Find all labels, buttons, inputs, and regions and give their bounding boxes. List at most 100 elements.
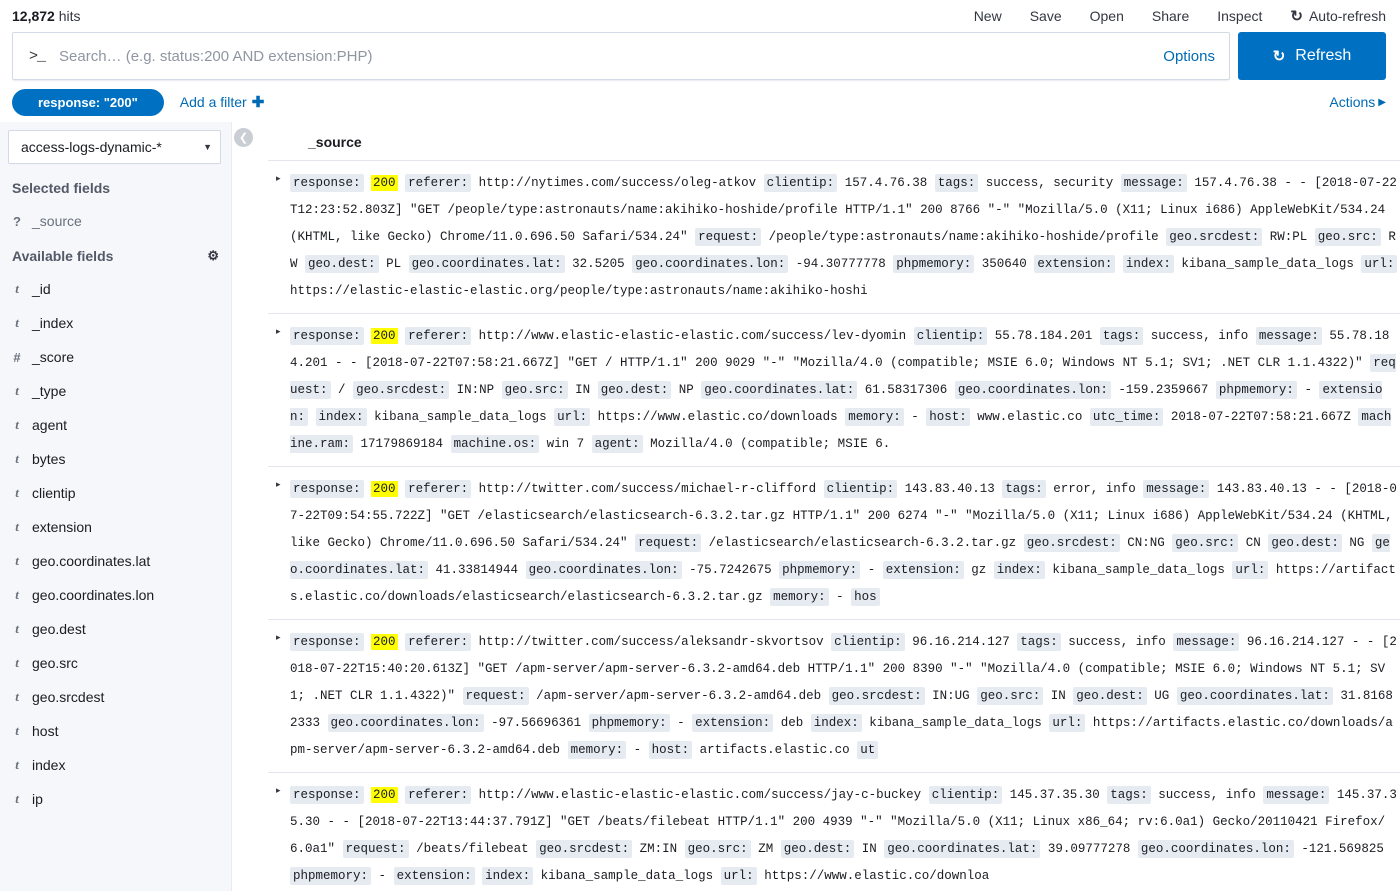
top-bar: 12,872 hits New Save Open Share Inspect … (0, 0, 1400, 32)
fields-list: Selected fields ? _source Available field… (0, 170, 231, 891)
nav-new[interactable]: New (974, 8, 1002, 24)
table-row[interactable]: ▸ response: 200 referer: http://twitter.c… (268, 467, 1400, 620)
refresh-button[interactable]: ↻ Refresh (1238, 32, 1386, 80)
field-value: gz (971, 563, 987, 577)
field-value: http://twitter.com/success/michael-r-cli… (478, 482, 817, 496)
field-key: geo.coordinates.lon: (525, 561, 682, 579)
field-value: 39.09777278 (1047, 842, 1131, 856)
filter-pill-response[interactable]: response: "200" (12, 88, 164, 116)
field-key: geo.coordinates.lat: (408, 255, 565, 273)
field-name: _source (32, 213, 82, 229)
field-item-host[interactable]: t host (0, 714, 231, 748)
field-item-source[interactable]: ? _source (0, 204, 231, 238)
field-key: geo.coordinates.lat: (1176, 687, 1333, 705)
field-item-index[interactable]: t index (0, 748, 231, 782)
field-key: extension: (882, 561, 964, 579)
field-name: geo.coordinates.lon (32, 587, 155, 603)
field-item-geo-coordinates-lon[interactable]: t geo.coordinates.lon (0, 578, 231, 612)
expand-row-icon[interactable]: ▸ (268, 170, 290, 184)
field-key: geo.srcdest: (1023, 534, 1120, 552)
field-item-geo-src[interactable]: t geo.src (0, 646, 231, 680)
expand-row-icon[interactable]: ▸ (268, 476, 290, 490)
table-row[interactable]: ▸ response: 200 referer: http://www.elast… (268, 773, 1400, 891)
highlighted-value: 200 (371, 634, 398, 650)
field-type-icon: t (15, 315, 19, 330)
field-name: geo.srcdest (32, 689, 105, 705)
main-body: access-logs-dynamic-* ▼ Selected fields … (0, 122, 1400, 891)
field-name: extension (32, 519, 92, 535)
field-key: tags: (1099, 327, 1144, 345)
sidebar-collapse-button[interactable]: ❮ (234, 128, 253, 147)
field-value: - (836, 590, 844, 604)
expand-row-icon[interactable]: ▸ (268, 629, 290, 643)
field-value: - (633, 743, 642, 757)
field-key: url: (1361, 255, 1398, 273)
field-key: geo.srcdest: (1166, 228, 1263, 246)
search-box[interactable]: >_ Options (12, 32, 1230, 80)
expand-row-icon[interactable]: ▸ (268, 782, 290, 796)
add-filter-button[interactable]: Add a filter ✚ (180, 93, 265, 111)
field-key: tags: (1017, 633, 1061, 651)
field-value: kibana_sample_data_logs (1052, 563, 1225, 577)
field-key: referer: (405, 633, 472, 651)
field-value: IN:NP (456, 383, 495, 397)
field-key: memory: (845, 408, 904, 426)
field-sidebar: access-logs-dynamic-* ▼ Selected fields … (0, 122, 232, 891)
nav-share[interactable]: Share (1152, 8, 1189, 24)
field-item-extension[interactable]: t extension (0, 510, 231, 544)
field-key: url: (554, 408, 591, 426)
field-key: geo.coordinates.lon: (327, 714, 484, 732)
hits-number: 12,872 (12, 8, 55, 24)
field-item-index[interactable]: t _index (0, 306, 231, 340)
field-key: referer: (405, 174, 472, 192)
field-key: geo.src: (1314, 228, 1381, 246)
chevron-down-icon: ▼ (203, 142, 212, 152)
field-name: geo.src (32, 655, 78, 671)
search-input[interactable] (59, 47, 1154, 65)
table-row[interactable]: ▸ response: 200 referer: http://twitter.c… (268, 620, 1400, 773)
nav-save[interactable]: Save (1030, 8, 1062, 24)
field-value: http://nytimes.com/success/oleg-atkov (478, 176, 757, 190)
selected-fields-title: Selected fields (12, 180, 111, 196)
gear-icon[interactable]: ⚙ (207, 248, 219, 264)
options-button[interactable]: Options (1153, 48, 1215, 65)
field-key: geo.srcdest: (828, 687, 925, 705)
field-key: extension: (393, 867, 475, 885)
field-key: geo.coordinates.lat: (884, 840, 1041, 858)
table-row[interactable]: ▸ response: 200 referer: http://nytimes.c… (268, 161, 1400, 314)
nav-auto-refresh[interactable]: ↻ Auto-refresh (1290, 8, 1386, 24)
field-item-id[interactable]: t _id (0, 272, 231, 306)
field-value: - (1304, 383, 1312, 397)
field-item-geo-coordinates-lat[interactable]: t geo.coordinates.lat (0, 544, 231, 578)
expand-row-icon[interactable]: ▸ (268, 323, 290, 337)
nav-inspect[interactable]: Inspect (1217, 8, 1262, 24)
hits-label: hits (58, 8, 81, 24)
field-key: response: (290, 480, 364, 498)
field-item-ip[interactable]: t ip (0, 782, 231, 816)
field-key: response: (290, 174, 364, 192)
field-item-geo-srcdest[interactable]: t geo.srcdest (0, 680, 231, 714)
field-item-clientip[interactable]: t clientip (0, 476, 231, 510)
field-key: geo.dest: (1268, 534, 1342, 552)
highlighted-value: 200 (371, 328, 398, 344)
field-key: clientip: (831, 633, 905, 651)
field-key: tags: (1107, 786, 1151, 804)
index-pattern-select[interactable]: access-logs-dynamic-* ▼ (8, 130, 221, 164)
field-item-type[interactable]: t _type (0, 374, 231, 408)
field-value: 143.83.40.13 (904, 482, 995, 496)
field-item-bytes[interactable]: t bytes (0, 442, 231, 476)
nav-open[interactable]: Open (1090, 8, 1124, 24)
field-item-agent[interactable]: t agent (0, 408, 231, 442)
field-type-icon: t (15, 689, 19, 704)
field-item-score[interactable]: # _score (0, 340, 231, 374)
field-key: geo.src: (977, 687, 1044, 705)
field-value: RW:PL (1269, 230, 1308, 244)
field-key: response: (290, 786, 364, 804)
actions-button[interactable]: Actions ▶ (1329, 94, 1386, 110)
field-value: kibana_sample_data_logs (1181, 257, 1354, 271)
table-row[interactable]: ▸ response: 200 referer: http://www.elast… (268, 314, 1400, 467)
field-value: win 7 (546, 437, 585, 451)
field-key: index: (810, 714, 862, 732)
plus-icon: ✚ (251, 94, 265, 111)
field-item-geo-dest[interactable]: t geo.dest (0, 612, 231, 646)
